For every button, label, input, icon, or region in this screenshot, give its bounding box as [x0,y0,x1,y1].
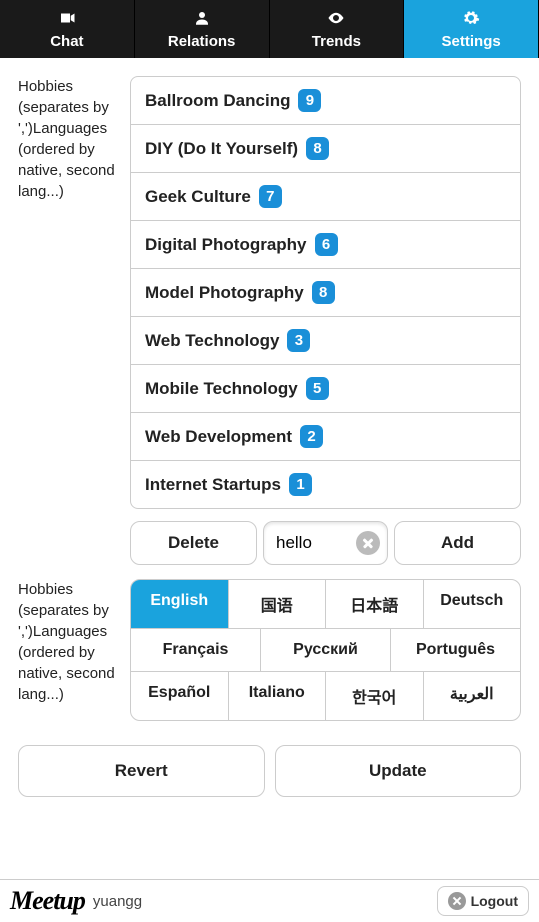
hobby-count-badge: 8 [306,137,329,160]
gear-icon [462,9,480,33]
language-option[interactable]: Português [391,629,520,672]
hobby-item[interactable]: Geek Culture 7 [131,173,520,221]
hobby-item[interactable]: Ballroom Dancing 9 [131,77,520,125]
hobby-text: Internet Startups [145,475,281,495]
hobby-item[interactable]: Web Development 2 [131,413,520,461]
add-button[interactable]: Add [394,521,521,565]
person-icon [193,9,211,33]
language-option[interactable]: Français [131,629,261,672]
top-nav: Chat Relations Trends Settings [0,0,539,58]
tab-settings[interactable]: Settings [404,0,539,58]
tab-chat[interactable]: Chat [0,0,135,58]
tab-label: Relations [168,33,236,50]
hobby-item[interactable]: Digital Photography 6 [131,221,520,269]
hobby-count-badge: 5 [306,377,329,400]
hobby-item[interactable]: Web Technology 3 [131,317,520,365]
tab-relations[interactable]: Relations [135,0,270,58]
hobby-count-badge: 7 [259,185,282,208]
eye-icon [327,9,345,33]
hobby-count-badge: 3 [287,329,310,352]
revert-button[interactable]: Revert [18,745,265,797]
language-option[interactable]: Deutsch [424,580,521,629]
close-icon [448,892,466,910]
hobbies-label: Hobbies (separates by ',')Languages (ord… [18,76,130,565]
language-option[interactable]: 日本語 [326,580,424,629]
language-option[interactable]: Español [131,672,229,720]
hobby-text: Web Technology [145,331,279,351]
hobby-count-badge: 1 [289,473,312,496]
tab-label: Settings [442,33,501,50]
hobby-text: Mobile Technology [145,379,298,399]
hobby-text: Ballroom Dancing [145,91,290,111]
delete-button[interactable]: Delete [130,521,257,565]
hobby-text: Geek Culture [145,187,251,207]
hobby-count-badge: 8 [312,281,335,304]
hobby-count-badge: 6 [315,233,338,256]
tab-label: Chat [50,33,83,50]
video-icon [58,9,76,33]
languages-label: Hobbies (separates by ',')Languages (ord… [18,579,130,721]
hobby-item[interactable]: Model Photography 8 [131,269,520,317]
tab-label: Trends [312,33,361,50]
hobby-count-badge: 2 [300,425,323,448]
brand-logo: Meetup [10,886,85,916]
hobby-count-badge: 9 [298,89,321,112]
logout-label: Logout [471,893,518,909]
logout-button[interactable]: Logout [437,886,529,916]
hobby-item[interactable]: Mobile Technology 5 [131,365,520,413]
hobby-item[interactable]: Internet Startups 1 [131,461,520,508]
hobby-text: Digital Photography [145,235,307,255]
footer: Meetup yuangg Logout [0,879,539,922]
username: yuangg [93,893,142,910]
language-option[interactable]: 国语 [229,580,327,629]
hobby-text: Model Photography [145,283,304,303]
update-button[interactable]: Update [275,745,522,797]
language-grid: English国语日本語Deutsch FrançaisРусскийPortug… [130,579,521,721]
hobby-item[interactable]: DIY (Do It Yourself) 8 [131,125,520,173]
language-option[interactable]: العربية [424,672,521,720]
language-option[interactable]: English [131,580,229,629]
hobby-text: DIY (Do It Yourself) [145,139,298,159]
language-option[interactable]: 한국어 [326,672,424,720]
language-option[interactable]: Italiano [229,672,327,720]
tab-trends[interactable]: Trends [270,0,405,58]
clear-input-icon[interactable] [356,531,380,555]
hobby-list: Ballroom Dancing 9 DIY (Do It Yourself) 8 Ge… [130,76,521,509]
hobby-text: Web Development [145,427,292,447]
language-option[interactable]: Русский [261,629,391,672]
